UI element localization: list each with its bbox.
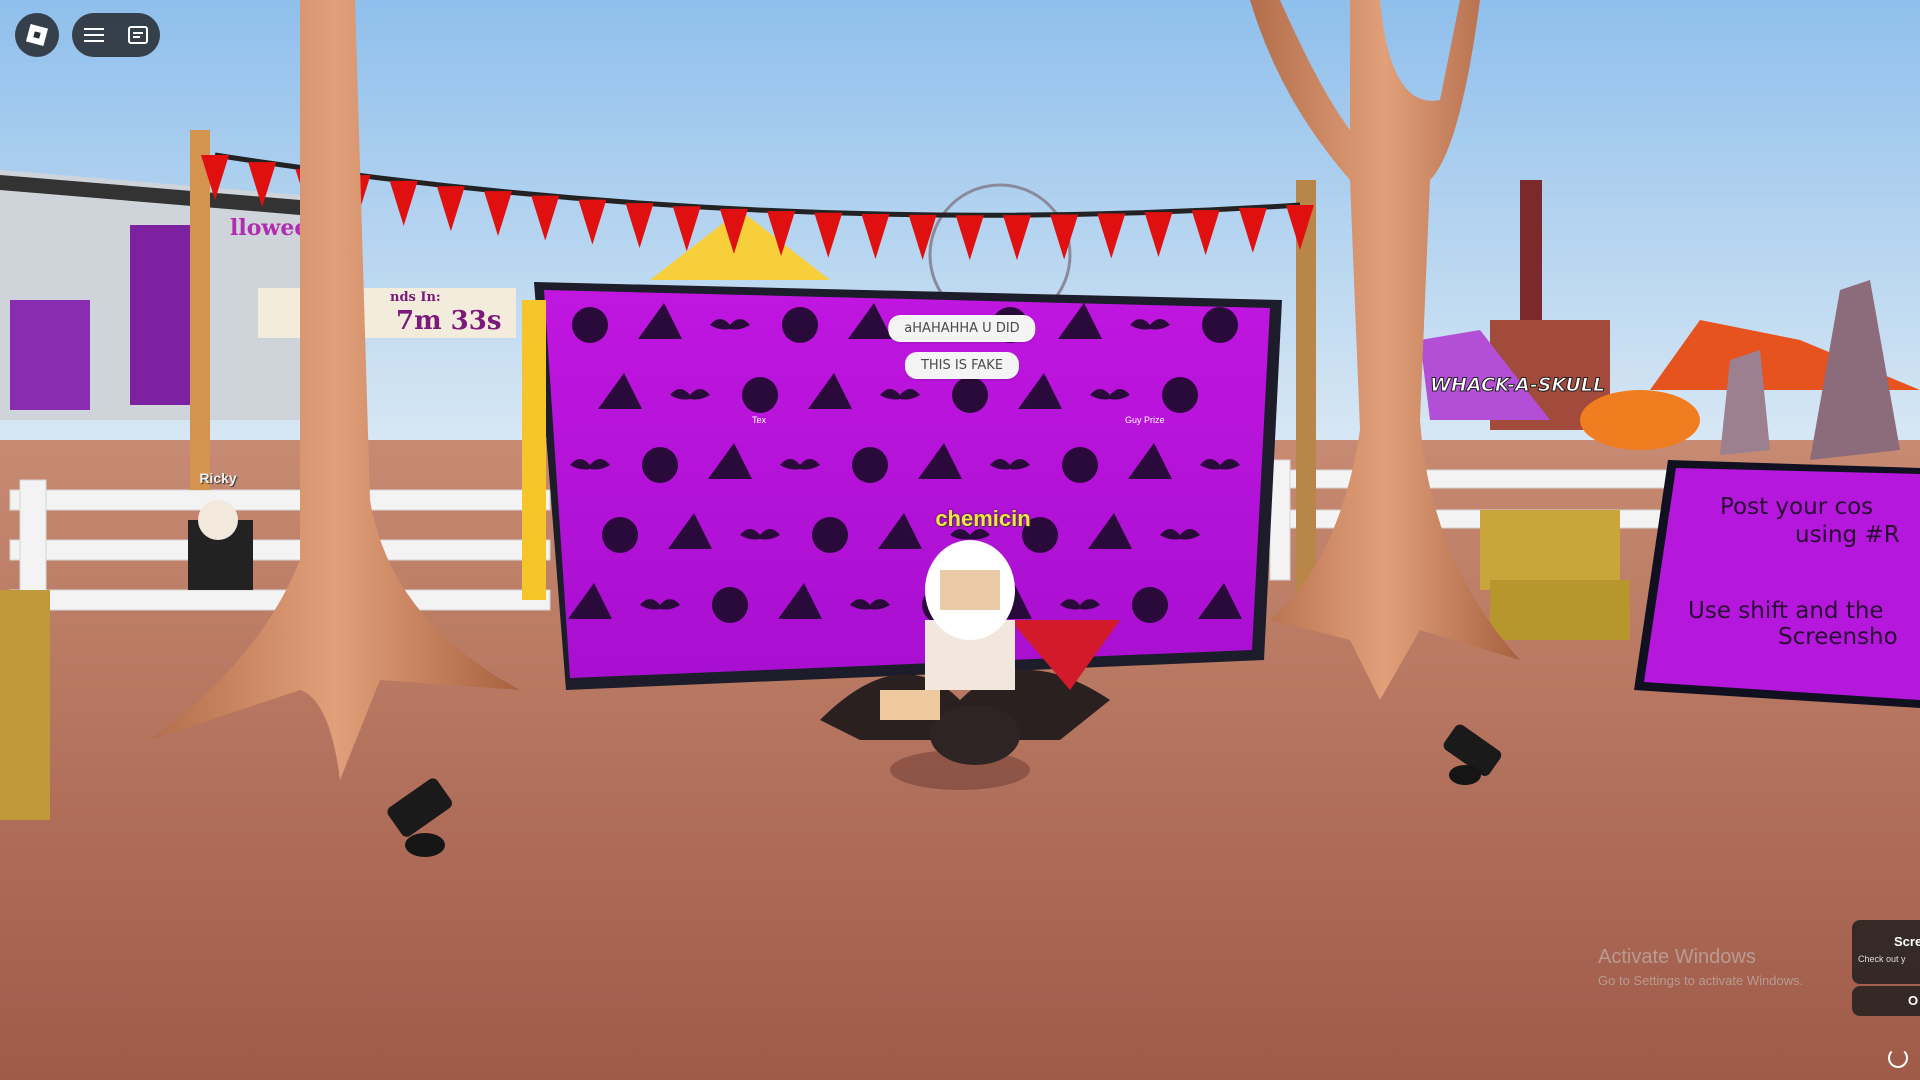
pumpkin-pattern-icon — [742, 377, 778, 413]
pumpkin-pattern-icon — [1162, 377, 1198, 413]
pumpkin-pattern-icon — [782, 307, 818, 343]
booth-sign: WHACK-A-SKULL — [1429, 374, 1606, 397]
pumpkin-pattern-icon — [852, 447, 888, 483]
toast-button-label: O — [1908, 993, 1919, 1008]
hamburger-menu-icon[interactable] — [84, 27, 104, 43]
hay-bale — [1480, 510, 1620, 590]
chat-icon[interactable] — [128, 26, 148, 44]
pumpkin-pattern-icon — [602, 517, 638, 553]
toast-action-button[interactable]: O — [1852, 986, 1920, 1016]
prize-label: Tex — [752, 415, 767, 425]
activate-windows-title: Activate Windows — [1598, 946, 1756, 968]
chimney — [1520, 180, 1542, 320]
chat-bubble: aHAHAHHA U DID — [888, 315, 1036, 342]
chat-bubble: THIS IS FAKE — [904, 352, 1020, 379]
pumpkin-pattern-icon — [642, 447, 678, 483]
info-panel-text: Screensho — [1778, 624, 1898, 650]
pumpkin-pattern-icon — [1062, 447, 1098, 483]
activate-windows-subtitle: Go to Settings to activate Windows. — [1598, 973, 1804, 988]
pumpkin-pattern-icon — [572, 307, 608, 343]
pumpkin-decoration — [1580, 390, 1700, 450]
toast-subtitle: Check out y — [1858, 954, 1906, 964]
timer-label: nds In: — [390, 290, 441, 305]
npc-nametag: Ricky — [199, 470, 237, 486]
info-panel-text: using #R — [1795, 522, 1900, 548]
hud-button-group — [72, 13, 160, 57]
roblox-logo-icon — [25, 23, 49, 47]
pumpkin-pattern-icon — [952, 377, 988, 413]
timer-value: 7m 33s — [396, 306, 502, 336]
game-viewport[interactable]: lloween — [0, 0, 1920, 1080]
pumpkin-pattern-icon — [1132, 587, 1168, 623]
refresh-icon[interactable] — [1888, 1048, 1908, 1068]
pumpkin-pattern-icon — [712, 587, 748, 623]
left-pole — [190, 130, 210, 490]
pumpkin-pattern-icon — [812, 517, 848, 553]
photo-backdrop — [522, 282, 1282, 690]
prize-label: Guy Prize — [1125, 415, 1165, 425]
pumpkin-pattern-icon — [1202, 307, 1238, 343]
info-panel-text: Post your cos — [1720, 494, 1874, 520]
toast-title: Scre — [1894, 934, 1920, 949]
roblox-menu-button[interactable] — [15, 13, 59, 57]
screenshot-toast[interactable]: Scre Check out y — [1852, 920, 1920, 984]
info-panel-text: Use shift and the — [1688, 598, 1884, 624]
player-nametag: chemicin — [935, 506, 1031, 531]
